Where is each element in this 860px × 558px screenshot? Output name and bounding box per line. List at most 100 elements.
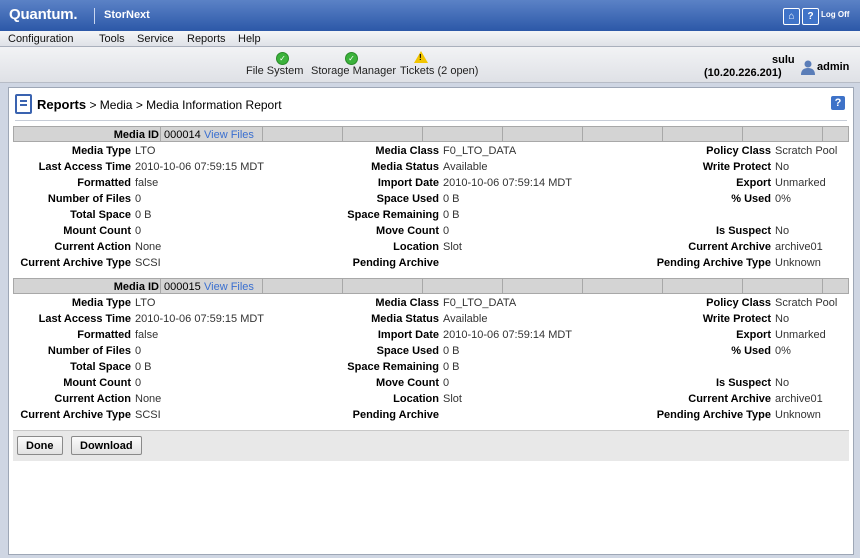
write-protect-label: Write Protect xyxy=(702,313,771,325)
media-row: Current Archive Type SCSI Pending Archiv… xyxy=(13,409,849,423)
last-access-time-value: 2010-10-06 07:59:15 MDT xyxy=(135,161,265,173)
policy-class-label: Policy Class xyxy=(706,297,771,309)
menu-bar: Configuration Tools Service Reports Help xyxy=(0,31,860,47)
space-remaining-value: 0 B xyxy=(443,209,460,221)
current-archive-label: Current Archive xyxy=(688,393,771,405)
media-type-label: Media Type xyxy=(71,297,131,309)
formatted-value: false xyxy=(135,177,159,189)
write-protect-label: Write Protect xyxy=(702,161,771,173)
breadcrumb-reports[interactable]: Reports xyxy=(37,97,86,112)
view-files-link[interactable]: View Files xyxy=(204,129,254,141)
media-row: Total Space 0 B Space Remaining 0 B xyxy=(13,209,849,223)
tickets-warning-icon[interactable]: ! xyxy=(414,51,428,63)
last-access-time-label: Last Access Time xyxy=(38,313,131,325)
menu-service[interactable]: Service xyxy=(137,33,174,45)
pending-archive-label: Pending Archive xyxy=(352,409,439,421)
brand-divider xyxy=(94,8,95,24)
header-cell-divider xyxy=(160,279,161,294)
report-icon xyxy=(15,94,32,114)
number-of-files-label: Number of Files xyxy=(47,193,131,205)
file-system-status[interactable]: File System xyxy=(246,65,303,77)
media-row: Current Archive Type SCSI Pending Archiv… xyxy=(13,257,849,271)
menu-reports[interactable]: Reports xyxy=(187,33,226,45)
user-ip: (10.20.226.201) xyxy=(704,67,782,79)
header-cell-divider xyxy=(502,127,503,142)
storage-manager-ok-icon[interactable]: ✓ xyxy=(345,52,358,65)
current-action-value: None xyxy=(135,393,162,405)
pct-used-label: % Used xyxy=(731,345,771,357)
total-space-value: 0 B xyxy=(135,361,152,373)
media-row: Formatted false Import Date 2010-10-06 0… xyxy=(13,177,849,191)
move-count-value: 0 xyxy=(443,225,450,237)
export-label: Export xyxy=(736,177,771,189)
header-cell-divider xyxy=(582,127,583,142)
location-label: Location xyxy=(393,241,439,253)
menu-tools[interactable]: Tools xyxy=(99,33,125,45)
current-archive-value: archive01 xyxy=(775,393,823,405)
menu-configuration[interactable]: Configuration xyxy=(8,33,73,45)
media-row: Formatted false Import Date 2010-10-06 0… xyxy=(13,329,849,343)
mount-count-value: 0 xyxy=(135,377,142,389)
pending-archive-type-label: Pending Archive Type xyxy=(656,409,771,421)
write-protect-value: No xyxy=(775,161,790,173)
media-id-value: 000014 xyxy=(164,129,201,141)
media-status-value: Available xyxy=(443,313,488,325)
header-cell-divider xyxy=(262,279,263,294)
export-value: Unmarked xyxy=(775,177,826,189)
media-row: Mount Count 0 Move Count 0 Is Suspect No xyxy=(13,377,849,391)
breadcrumb-path: > Media > Media Information Report xyxy=(86,98,282,112)
menu-help[interactable]: Help xyxy=(238,33,261,45)
header-cell-divider xyxy=(742,279,743,294)
home-icon[interactable]: ⌂ xyxy=(783,8,800,25)
file-system-ok-icon[interactable]: ✓ xyxy=(276,52,289,65)
export-label: Export xyxy=(736,329,771,341)
page-help-icon[interactable]: ? xyxy=(831,96,845,110)
media-header: Media ID 000014 View Files xyxy=(13,126,849,142)
media-row: Last Access Time 2010-10-06 07:59:15 MDT… xyxy=(13,161,849,175)
media-row: Last Access Time 2010-10-06 07:59:15 MDT… xyxy=(13,313,849,327)
is-suspect-label: Is Suspect xyxy=(715,377,771,389)
policy-class-value: Scratch Pool xyxy=(775,297,838,309)
brand-logo: Quantum. xyxy=(9,6,78,23)
done-button[interactable]: Done xyxy=(17,436,63,455)
media-record: Media ID 000014 View Files Media Type LT… xyxy=(13,126,849,272)
media-class-label: Media Class xyxy=(375,145,439,157)
formatted-label: Formatted xyxy=(77,329,131,341)
policy-class-label: Policy Class xyxy=(706,145,771,157)
header-cell-divider xyxy=(422,279,423,294)
media-status-label: Media Status xyxy=(371,313,439,325)
media-class-value: F0_LTO_DATA xyxy=(443,145,517,157)
pct-used-value: 0% xyxy=(775,345,791,357)
location-value: Slot xyxy=(443,241,462,253)
is-suspect-label: Is Suspect xyxy=(715,225,771,237)
media-id-label: Media ID xyxy=(113,129,159,141)
product-name: StorNext xyxy=(104,9,150,21)
log-off-link[interactable]: Log Off xyxy=(821,10,849,19)
last-access-time-value: 2010-10-06 07:59:15 MDT xyxy=(135,313,265,325)
formatted-value: false xyxy=(135,329,159,341)
view-files-link[interactable]: View Files xyxy=(204,281,254,293)
header-cell-divider xyxy=(342,279,343,294)
current-archive-value: archive01 xyxy=(775,241,823,253)
header-divider xyxy=(15,120,847,121)
media-id-label: Media ID xyxy=(113,281,159,293)
number-of-files-value: 0 xyxy=(135,193,142,205)
download-button[interactable]: Download xyxy=(71,436,142,455)
top-bar: Quantum. StorNext ⌂ ? Log Off xyxy=(0,0,860,31)
space-used-value: 0 B xyxy=(443,193,460,205)
space-remaining-label: Space Remaining xyxy=(347,209,439,221)
tickets-status[interactable]: Tickets (2 open) xyxy=(400,65,478,77)
space-remaining-label: Space Remaining xyxy=(347,361,439,373)
user-icon xyxy=(801,60,815,75)
media-row: Total Space 0 B Space Remaining 0 B xyxy=(13,361,849,375)
import-date-label: Import Date xyxy=(377,329,439,341)
header-cell-divider xyxy=(422,127,423,142)
pending-archive-type-value: Unknown xyxy=(775,257,821,269)
user-role: admin xyxy=(817,61,850,73)
media-row: Mount Count 0 Move Count 0 Is Suspect No xyxy=(13,225,849,239)
help-icon[interactable]: ? xyxy=(802,8,819,25)
space-used-label: Space Used xyxy=(376,345,439,357)
media-class-value: F0_LTO_DATA xyxy=(443,297,517,309)
storage-manager-status[interactable]: Storage Manager xyxy=(311,65,396,77)
mount-count-label: Mount Count xyxy=(63,377,131,389)
